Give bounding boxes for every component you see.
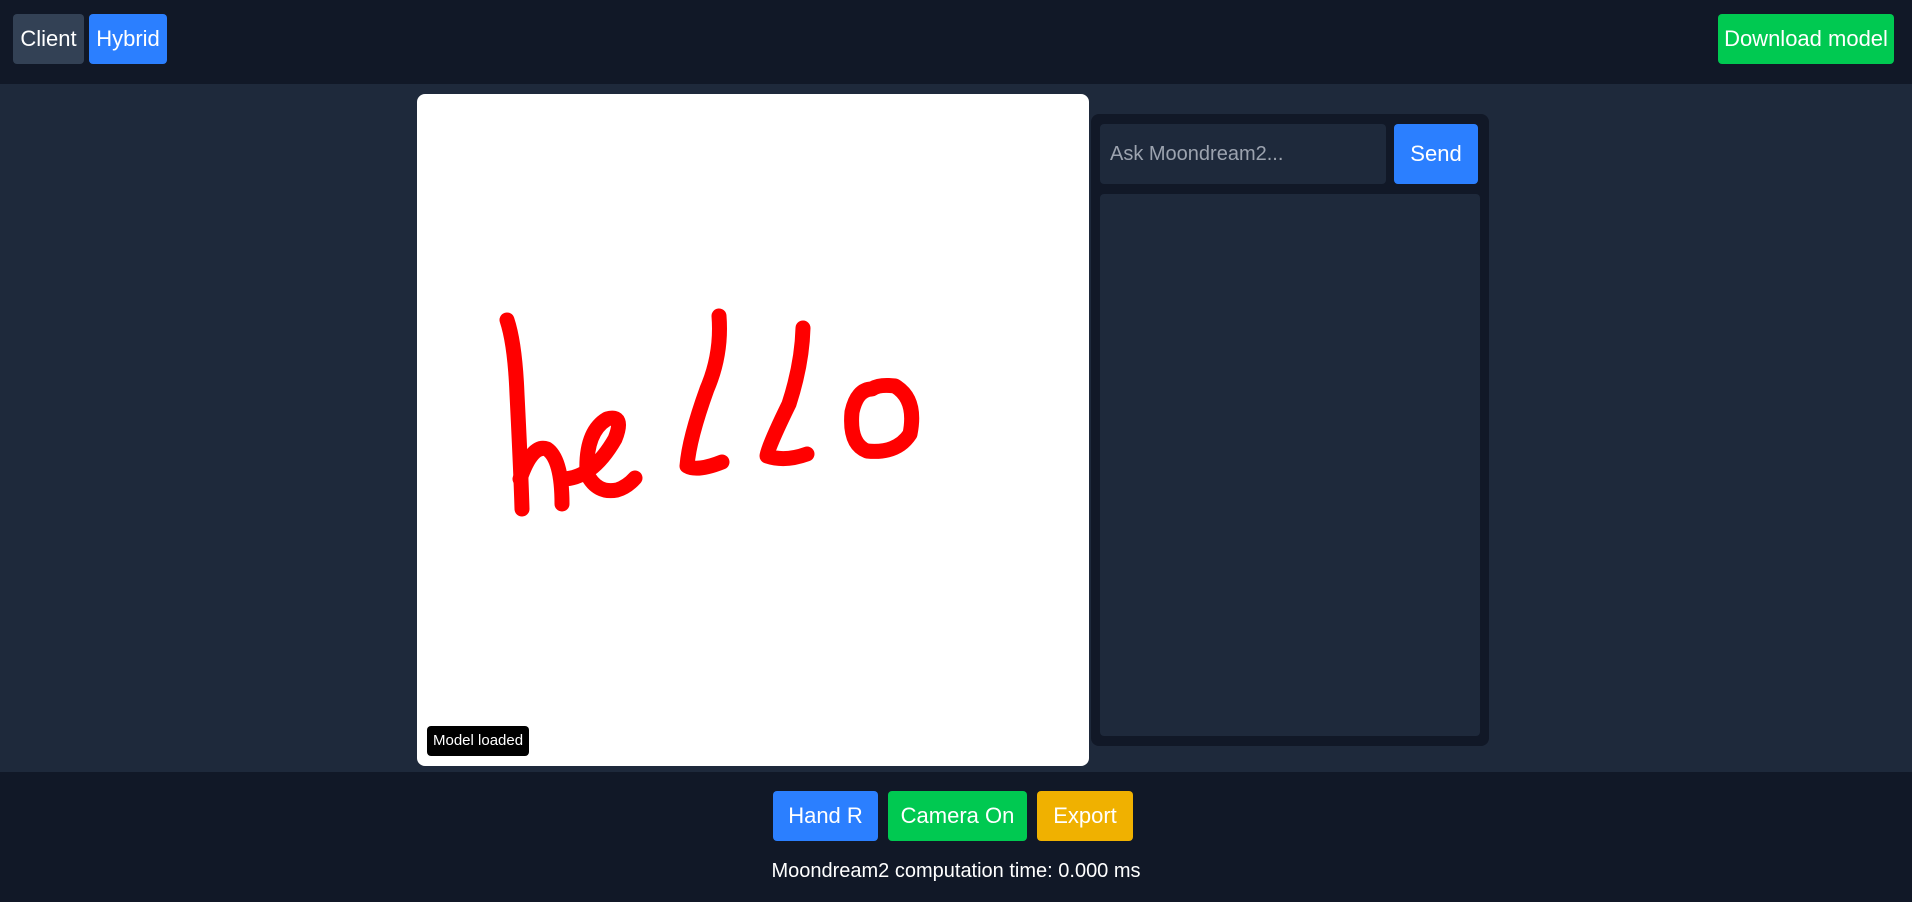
handwriting-hello-drawing [499, 308, 920, 517]
bottom-toolbar: Hand R Camera On Export Moondream2 compu… [0, 772, 1912, 902]
ask-input[interactable] [1100, 124, 1386, 184]
download-model-button[interactable]: Download model [1718, 14, 1894, 64]
model-status-badge: Model loaded [427, 726, 530, 756]
stroke-l1 [679, 308, 730, 476]
hybrid-mode-button[interactable]: Hybrid [89, 14, 167, 64]
hand-r-button[interactable]: Hand R [773, 791, 878, 841]
client-mode-button[interactable]: Client [13, 14, 84, 64]
stroke-o [844, 377, 920, 459]
computation-time-text: Moondream2 computation time: 0.000 ms [771, 860, 1141, 882]
stroke-l2 [759, 320, 815, 467]
top-toolbar: Client Hybrid Download model [0, 0, 1912, 84]
drawing-canvas[interactable]: Model loaded [417, 94, 1089, 766]
chat-panel: Send [1091, 114, 1489, 746]
export-button[interactable]: Export [1037, 791, 1133, 841]
send-button[interactable]: Send [1394, 124, 1478, 184]
chat-response-area [1100, 194, 1480, 736]
camera-toggle-button[interactable]: Camera On [888, 791, 1027, 841]
stroke-e [554, 410, 643, 499]
